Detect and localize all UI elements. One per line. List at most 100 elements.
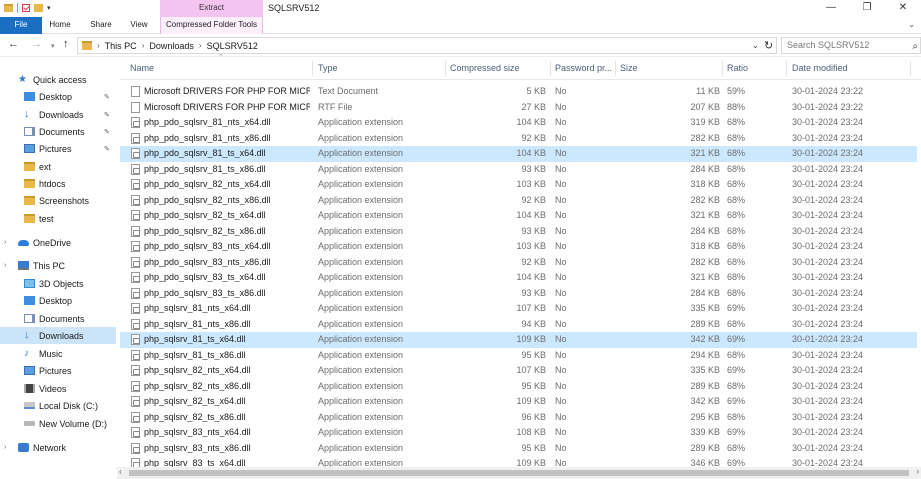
file-row[interactable]: php_sqlsrv_82_ts_x64.dll Application exte… xyxy=(120,394,917,410)
file-row[interactable]: php_pdo_sqlsrv_81_ts_x64.dll Application … xyxy=(120,146,917,162)
column-divider[interactable] xyxy=(722,61,723,76)
column-divider[interactable] xyxy=(786,61,787,76)
search-input[interactable]: Search SQLSRV512 ⌕ xyxy=(781,37,921,54)
expand-ribbon-icon[interactable]: ⌄ xyxy=(908,20,915,29)
file-row[interactable]: php_pdo_sqlsrv_82_ts_x86.dll Application … xyxy=(120,224,917,240)
sidebar-item-desktop[interactable]: Desktop ✎ xyxy=(0,88,116,105)
breadcrumb-separator-icon[interactable]: › xyxy=(97,41,100,50)
address-dropdown-icon[interactable]: ⌄ xyxy=(752,41,759,50)
refresh-icon[interactable]: ↻ xyxy=(764,39,773,52)
search-icon[interactable]: ⌕ xyxy=(912,39,918,54)
column-password-protected[interactable]: Password pr... xyxy=(555,63,612,73)
minimize-button[interactable]: — xyxy=(813,0,849,17)
column-divider[interactable] xyxy=(615,61,616,76)
breadcrumb-separator-icon[interactable]: › xyxy=(199,41,202,50)
file-row[interactable]: Microsoft DRIVERS FOR PHP FOR MICR... Tex… xyxy=(120,84,917,100)
file-row[interactable]: php_pdo_sqlsrv_81_nts_x86.dll Application… xyxy=(120,131,917,147)
column-divider[interactable] xyxy=(312,61,313,76)
file-row[interactable]: php_sqlsrv_81_nts_x86.dll Application ext… xyxy=(120,317,917,333)
file-row[interactable]: php_sqlsrv_81_ts_x86.dll Application exte… xyxy=(120,348,917,364)
column-name[interactable]: Name xyxy=(130,63,154,73)
sidebar-item-local-disk-c[interactable]: Local Disk (C:) xyxy=(0,397,116,414)
tab-compressed-folder-tools[interactable]: Compressed Folder Tools xyxy=(160,17,263,34)
file-row[interactable]: php_pdo_sqlsrv_81_ts_x86.dll Application … xyxy=(120,162,917,178)
breadcrumb-this-pc[interactable]: This PC xyxy=(105,41,137,51)
sidebar-item-documents[interactable]: Documents xyxy=(0,310,116,327)
sidebar-item-quick-access[interactable]: ★ Quick access xyxy=(0,71,116,88)
expand-chevron-icon[interactable]: › xyxy=(4,262,6,269)
scroll-right-icon[interactable]: › xyxy=(916,467,919,476)
file-row[interactable]: php_pdo_sqlsrv_83_nts_x64.dll Application… xyxy=(120,239,917,255)
sidebar-item-videos[interactable]: Videos xyxy=(0,380,116,397)
scroll-left-icon[interactable]: ‹ xyxy=(119,467,122,476)
file-row[interactable]: php_pdo_sqlsrv_83_nts_x86.dll Application… xyxy=(120,255,917,271)
column-type[interactable]: Type xyxy=(318,63,338,73)
tab-view[interactable]: View xyxy=(124,17,154,34)
chevron-down-icon[interactable]: ▾ xyxy=(47,4,51,12)
sidebar-item-network[interactable]: › Network xyxy=(0,439,116,456)
column-size[interactable]: Size xyxy=(620,63,638,73)
back-arrow-icon[interactable]: ← xyxy=(8,38,19,50)
sidebar-item-ext[interactable]: ext xyxy=(0,158,116,175)
file-row[interactable]: php_sqlsrv_82_nts_x64.dll Application ext… xyxy=(120,363,917,379)
sidebar-item-desktop[interactable]: Desktop xyxy=(0,292,116,309)
file-row[interactable]: php_pdo_sqlsrv_82_ts_x64.dll Application … xyxy=(120,208,917,224)
expand-chevron-icon[interactable]: › xyxy=(4,444,6,451)
sidebar-item-music[interactable]: ♪ Music xyxy=(0,345,116,362)
file-row[interactable]: php_sqlsrv_83_nts_x64.dll Application ext… xyxy=(120,425,917,441)
sidebar-item-downloads[interactable]: ↓ Downloads xyxy=(0,327,116,344)
breadcrumb-separator-icon[interactable]: › xyxy=(142,41,145,50)
close-button[interactable]: ✕ xyxy=(885,0,921,17)
expand-chevron-icon[interactable]: › xyxy=(4,239,6,246)
file-row[interactable]: php_sqlsrv_82_nts_x86.dll Application ext… xyxy=(120,379,917,395)
column-ratio[interactable]: Ratio xyxy=(727,63,748,73)
column-divider[interactable] xyxy=(445,61,446,76)
sidebar-item-htdocs[interactable]: htdocs xyxy=(0,175,116,192)
scrollbar-thumb[interactable] xyxy=(129,470,909,476)
forward-arrow-icon[interactable]: → xyxy=(31,38,42,50)
file-row[interactable]: php_sqlsrv_81_nts_x64.dll Application ext… xyxy=(120,301,917,317)
up-arrow-icon[interactable]: ↑ xyxy=(63,38,69,50)
sidebar-item-test[interactable]: test xyxy=(0,210,116,227)
breadcrumb-downloads[interactable]: Downloads xyxy=(149,41,194,51)
maximize-button[interactable]: ❐ xyxy=(849,0,885,17)
sidebar-item-pictures[interactable]: Pictures xyxy=(0,362,116,379)
horizontal-scrollbar[interactable]: ‹ › xyxy=(117,467,921,479)
breadcrumb-sqlsrv512[interactable]: SQLSRV512 xyxy=(207,41,258,51)
password-protected: No xyxy=(555,101,567,112)
tab-file[interactable]: File xyxy=(0,17,42,34)
sidebar-item-pictures[interactable]: Pictures ✎ xyxy=(0,140,116,157)
file-row[interactable]: php_sqlsrv_83_nts_x86.dll Application ext… xyxy=(120,441,917,457)
recent-locations-icon[interactable]: ▾ xyxy=(51,42,55,50)
sidebar-item-this-pc[interactable]: › This PC xyxy=(0,257,116,274)
tab-home[interactable]: Home xyxy=(44,17,76,34)
sidebar-item-new-volume-d[interactable]: New Volume (D:) xyxy=(0,415,116,432)
folder-icon[interactable] xyxy=(4,4,13,12)
address-bar[interactable]: › This PC › Downloads › SQLSRV512 xyxy=(77,37,777,54)
file-row[interactable]: php_pdo_sqlsrv_82_nts_x86.dll Application… xyxy=(120,193,917,209)
column-date-modified[interactable]: Date modified xyxy=(792,63,848,73)
sidebar-item-downloads[interactable]: ↓ Downloads ✎ xyxy=(0,106,116,123)
sidebar-item-documents[interactable]: Documents ✎ xyxy=(0,123,116,140)
new-folder-icon[interactable] xyxy=(34,4,43,12)
file-row[interactable]: php_sqlsrv_81_ts_x64.dll Application exte… xyxy=(120,332,917,348)
file-row[interactable]: Microsoft DRIVERS FOR PHP FOR MICR... RTF… xyxy=(120,100,917,116)
column-divider[interactable] xyxy=(550,61,551,76)
file-row[interactable]: php_sqlsrv_82_ts_x86.dll Application exte… xyxy=(120,410,917,426)
sidebar-item-onedrive[interactable]: › OneDrive xyxy=(0,234,116,251)
title-bar: ▾ Extract SQLSRV512 — ❐ ✕ xyxy=(0,0,921,17)
date-modified: 30-01-2024 23:24 xyxy=(792,163,864,174)
column-compressed-size[interactable]: Compressed size xyxy=(450,63,520,73)
properties-icon[interactable] xyxy=(22,4,30,12)
sidebar-item-3d-objects[interactable]: 3D Objects xyxy=(0,275,116,292)
date-modified: 30-01-2024 23:24 xyxy=(792,210,864,220)
file-type: Application extension xyxy=(318,365,404,375)
sidebar-item-screenshots[interactable]: Screenshots xyxy=(0,192,116,209)
date-modified: 30-01-2024 23:22 xyxy=(792,101,864,112)
tab-share[interactable]: Share xyxy=(84,17,118,34)
file-row[interactable]: php_pdo_sqlsrv_82_nts_x64.dll Application… xyxy=(120,177,917,193)
file-row[interactable]: php_pdo_sqlsrv_81_nts_x64.dll Application… xyxy=(120,115,917,131)
file-row[interactable]: php_pdo_sqlsrv_83_ts_x86.dll Application … xyxy=(120,286,917,302)
file-row[interactable]: php_pdo_sqlsrv_83_ts_x64.dll Application … xyxy=(120,270,917,286)
column-divider[interactable] xyxy=(910,61,911,76)
